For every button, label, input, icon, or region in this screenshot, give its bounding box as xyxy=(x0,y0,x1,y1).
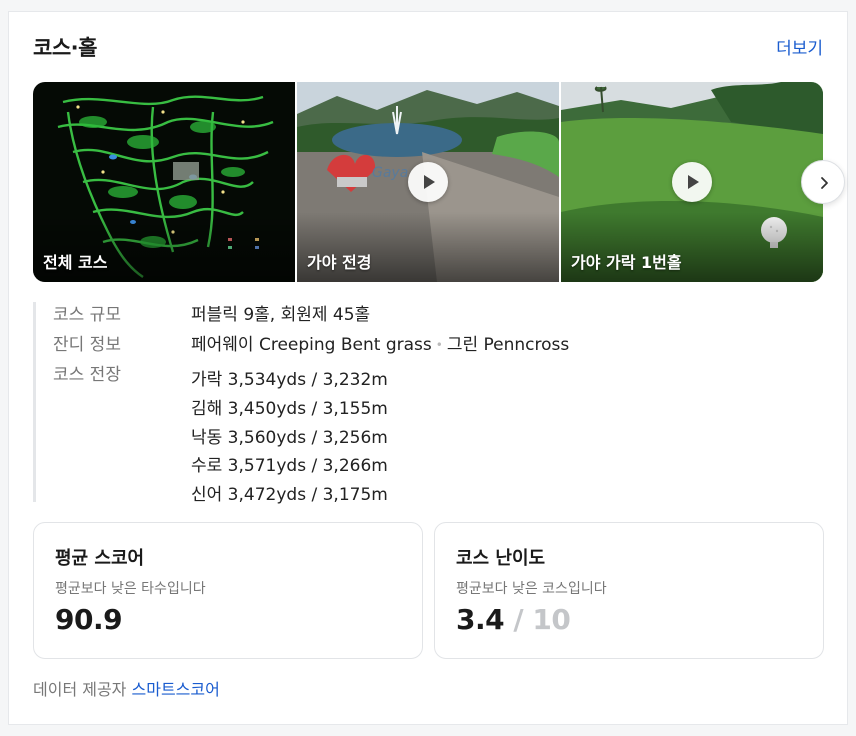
gallery-caption: 전체 코스 xyxy=(43,253,108,272)
gallery-item-overview-video[interactable]: Gaya 가야 전경 xyxy=(297,82,559,282)
course-length-item: 수로 3,571yds / 3,266m xyxy=(191,456,388,476)
difficulty-max: 10 xyxy=(532,603,571,636)
more-link[interactable]: 더보기 xyxy=(776,34,823,59)
next-arrow-button[interactable] xyxy=(801,160,845,204)
info-label: 잔디 정보 xyxy=(53,335,121,355)
difficulty-value: 3.4 xyxy=(456,603,505,636)
avg-score-card[interactable]: 평균 스코어 평균보다 낮은 타수입니다 90.9 xyxy=(33,522,423,659)
data-provider: 데이터 제공자 스마트스코어 xyxy=(33,676,220,700)
course-length-item: 김해 3,450yds / 3,155m xyxy=(191,399,388,419)
grass-fairway: 페어웨이 Creeping Bent grass xyxy=(191,335,432,355)
section-header: 코스·홀 더보기 xyxy=(33,32,823,62)
gallery-caption: 가야 전경 xyxy=(307,253,372,272)
info-label: 코스 전장 xyxy=(53,365,121,385)
course-hole-card: 코스·홀 더보기 전체 코스 Gaya 가야 전경 가야 가락 1번홀 코스 규… xyxy=(8,11,848,725)
media-gallery: 전체 코스 Gaya 가야 전경 가야 가락 1번홀 xyxy=(33,82,823,282)
course-length-item: 가락 3,534yds / 3,232m xyxy=(191,370,388,390)
play-icon[interactable] xyxy=(672,162,712,202)
difficulty-separator: / xyxy=(513,603,524,636)
stat-subtitle: 평균보다 낮은 코스입니다 xyxy=(456,581,607,597)
provider-link[interactable]: 스마트스코어 xyxy=(132,680,220,699)
stat-value: 90.9 xyxy=(55,603,123,636)
stat-value: 3.4 / 10 xyxy=(456,603,571,636)
gallery-item-hole1-video[interactable]: 가야 가락 1번홀 xyxy=(561,82,823,282)
info-value: 페어웨이 Creeping Bent grass • 그린 Penncross xyxy=(191,334,569,356)
section-title: 코스·홀 xyxy=(33,36,97,60)
separator-dot: • xyxy=(435,338,443,352)
stat-subtitle: 평균보다 낮은 타수입니다 xyxy=(55,581,206,597)
gallery-caption: 가야 가락 1번홀 xyxy=(571,253,682,272)
info-label: 코스 규모 xyxy=(53,305,121,325)
chevron-right-icon xyxy=(821,177,828,189)
grass-green: 그린 Penncross xyxy=(446,335,570,355)
svg-text:Gaya: Gaya xyxy=(372,165,408,181)
difficulty-card[interactable]: 코스 난이도 평균보다 낮은 코스입니다 3.4 / 10 xyxy=(434,522,824,659)
gallery-item-full-course[interactable]: 전체 코스 xyxy=(33,82,295,282)
provider-label: 데이터 제공자 xyxy=(33,680,127,699)
info-value: 퍼블릭 9홀, 회원제 45홀 xyxy=(191,305,371,325)
course-info: 코스 규모 퍼블릭 9홀, 회원제 45홀 잔디 정보 페어웨이 Creepin… xyxy=(33,302,813,505)
course-length-item: 낙동 3,560yds / 3,256m xyxy=(191,428,388,448)
stat-title: 평균 스코어 xyxy=(55,548,145,569)
course-length-item: 신어 3,472yds / 3,175m xyxy=(191,485,388,505)
stat-title: 코스 난이도 xyxy=(456,548,546,569)
play-icon[interactable] xyxy=(408,162,448,202)
